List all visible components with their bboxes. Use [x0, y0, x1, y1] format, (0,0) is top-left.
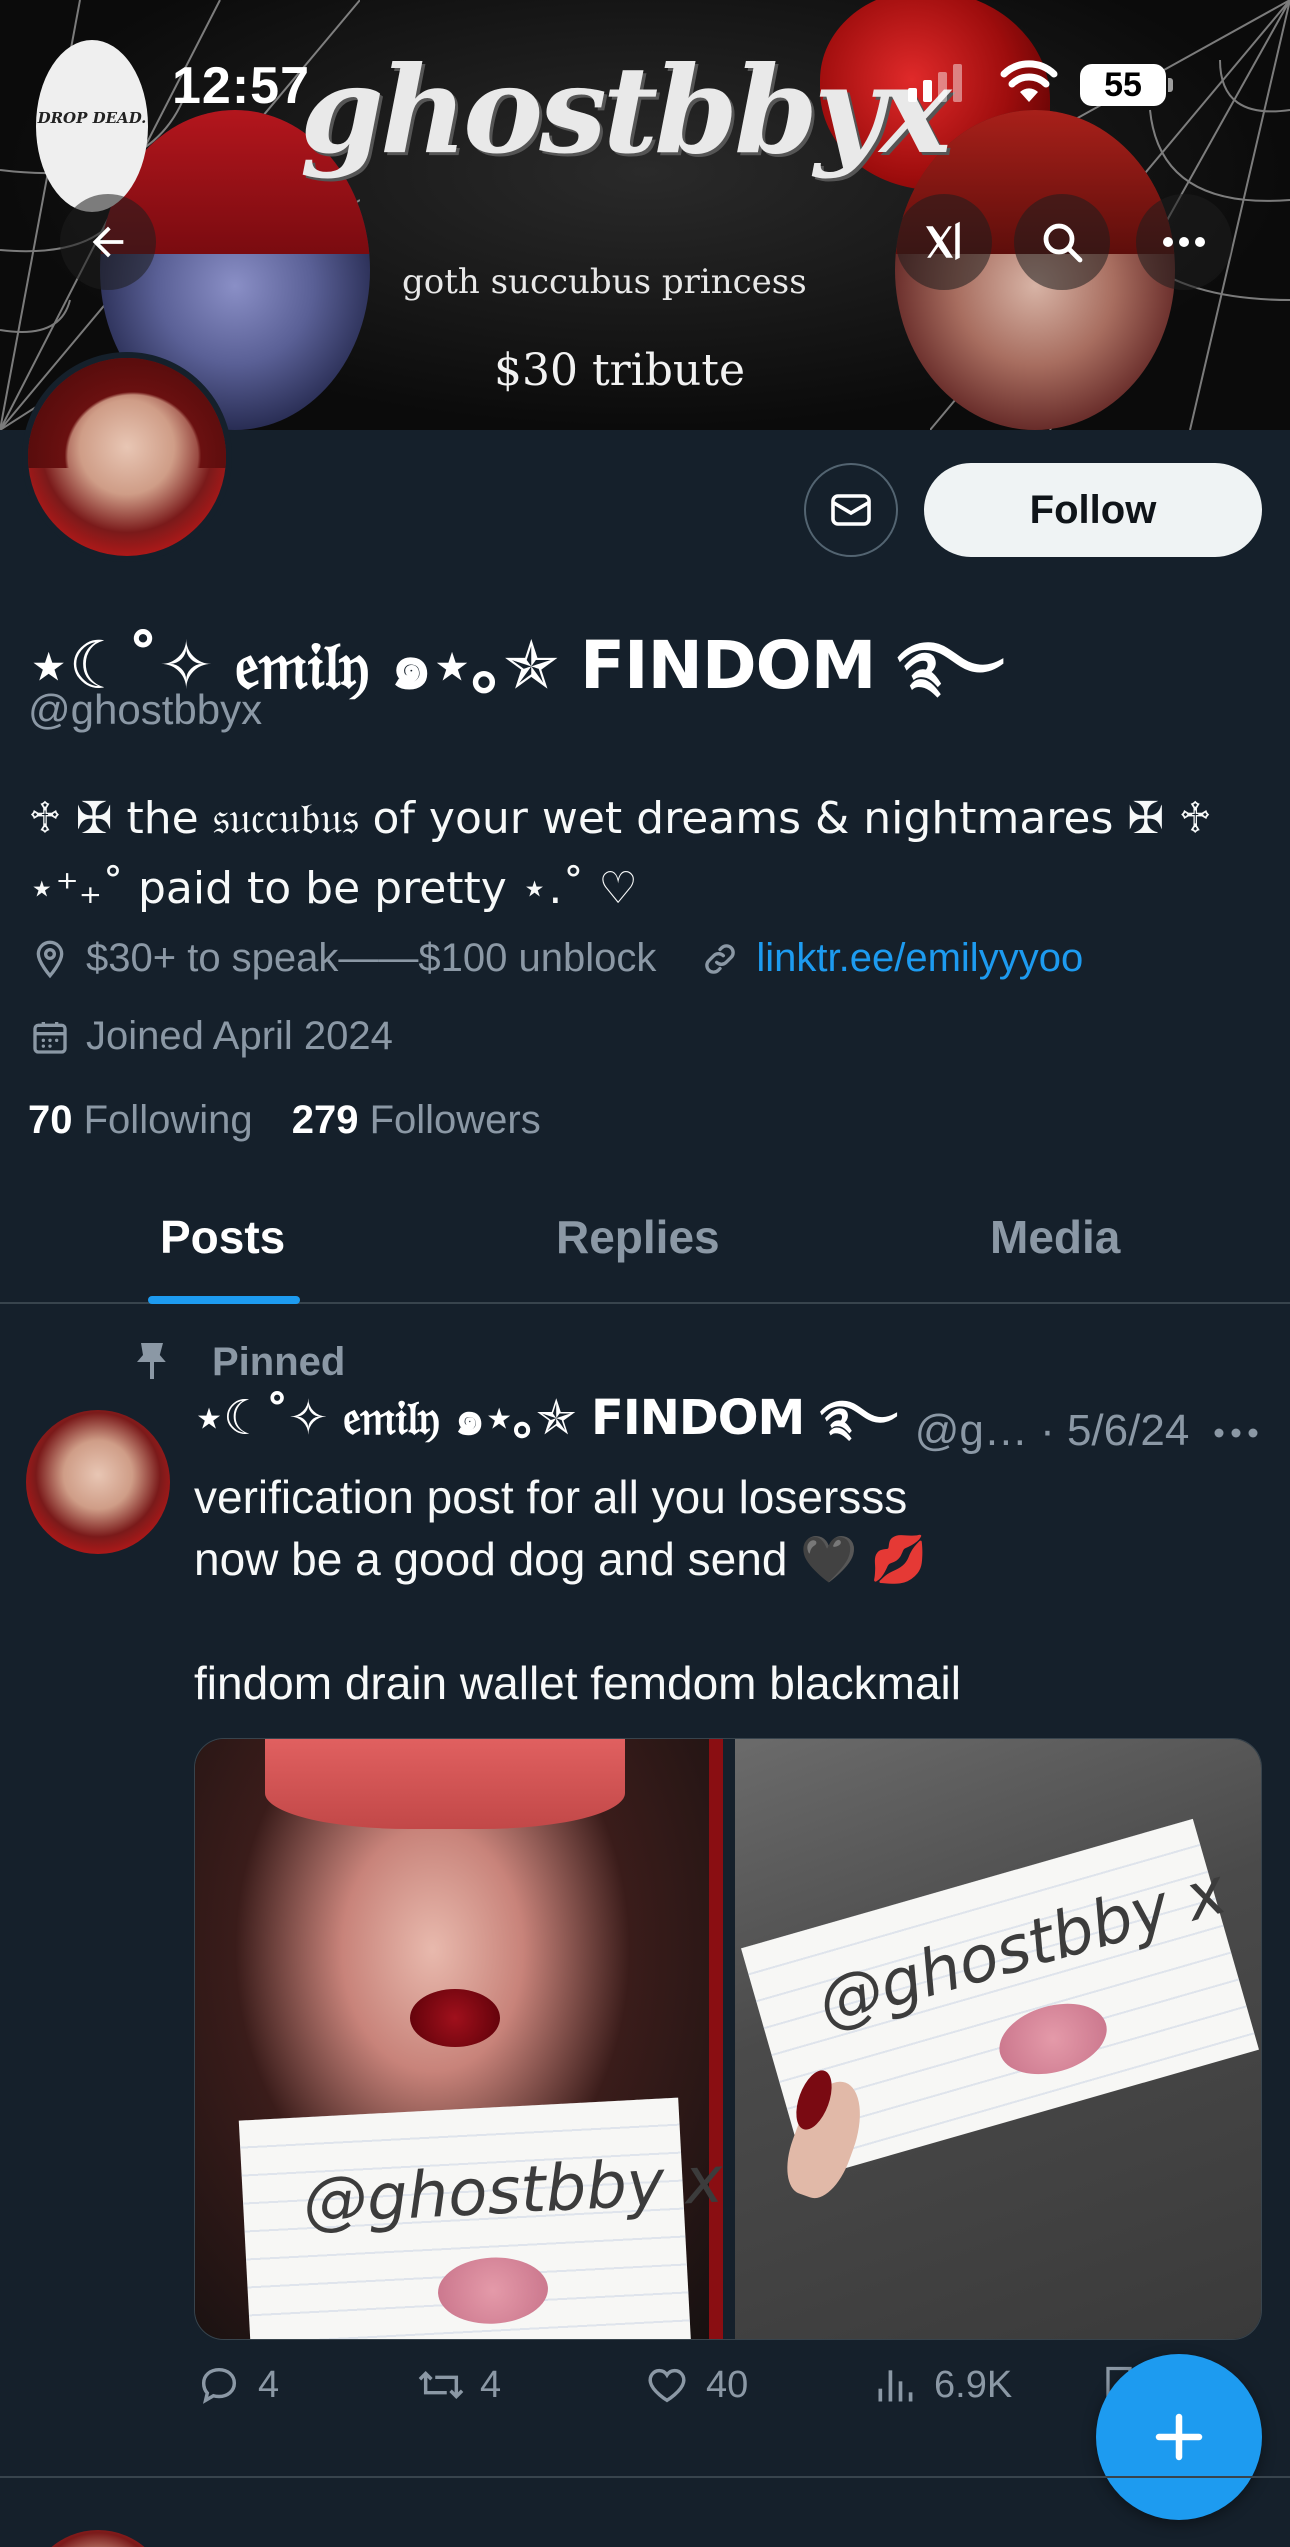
status-icons: 55 — [908, 58, 1178, 108]
display-name: ⋆☾˚✧ 𝔢𝔪𝔦𝔩𝔶 ๑⋆｡✯ FINDOM ࿐ — [28, 627, 1004, 704]
link-icon — [698, 937, 742, 981]
profile-joined-row: Joined April 2024 — [28, 1014, 393, 1059]
bio-line-1: ♱ ✠ the 𝔰𝔲𝔠𝔠𝔲𝔟𝔲𝔰 of your wet dreams & ni… — [28, 793, 1212, 844]
reply-button[interactable]: 4 — [194, 2360, 279, 2410]
pin-icon — [130, 1341, 174, 1385]
grok-icon — [926, 221, 960, 260]
message-button[interactable] — [804, 463, 898, 557]
bio-line-2: ⋆⁺₊˚ paid to be pretty ⋆.˚ ♡ — [28, 863, 638, 914]
envelope-icon — [831, 494, 871, 526]
repost-icon — [416, 2360, 466, 2410]
profile-location: $30+ to speak——$100 unblock — [86, 936, 657, 980]
compose-post-button[interactable] — [1096, 2354, 1262, 2520]
plus-icon — [1155, 2413, 1203, 2461]
profile-avatar[interactable] — [22, 352, 232, 562]
followers-label: Followers — [369, 1098, 541, 1142]
search-button[interactable] — [1014, 194, 1110, 290]
profile-stats: 70 Following 279 Followers — [28, 1098, 541, 1143]
more-horizontal-icon — [1163, 237, 1205, 247]
next-tweet-avatar[interactable] — [26, 2530, 170, 2547]
like-button[interactable]: 40 — [642, 2360, 748, 2410]
views-button[interactable]: 6.9K — [870, 2360, 1012, 2410]
arrow-left-icon — [92, 226, 124, 258]
reply-count: 4 — [258, 2363, 280, 2406]
more-button[interactable] — [1136, 194, 1232, 290]
profile-meta-row: $30+ to speak——$100 unblock linktr.ee/em… — [28, 936, 1083, 981]
view-count: 6.9K — [934, 2363, 1013, 2406]
analytics-icon — [870, 2360, 920, 2410]
calendar-icon — [28, 1015, 72, 1059]
tab-media[interactable]: Media — [990, 1210, 1120, 1264]
battery-indicator: 55 — [1080, 64, 1173, 106]
followers-link[interactable]: 279 Followers — [292, 1098, 541, 1142]
location-pin-icon — [28, 937, 72, 981]
tweet-text: verification post for all you losersss n… — [194, 1471, 961, 1709]
tweet-photo-selfie[interactable]: @ghostbby x — [195, 1739, 725, 2339]
tab-posts[interactable]: Posts — [160, 1210, 285, 1264]
profile-website-link[interactable]: linktr.ee/emilyyyoo — [756, 936, 1083, 981]
tab-replies[interactable]: Replies — [556, 1210, 720, 1264]
search-icon — [1043, 223, 1083, 263]
profile-bio: ♱ ✠ the 𝔰𝔲𝔠𝔠𝔲𝔟𝔲𝔰 of your wet dreams & ni… — [28, 784, 1212, 924]
status-time: 12:57 — [172, 57, 310, 115]
banner-subtitle: goth succubus princess — [402, 262, 807, 302]
profile-tabs: Posts Replies Media — [0, 1190, 1290, 1304]
profile-page: DROP DEAD. ghostbbyx goth succubus princ… — [0, 0, 1290, 2547]
grok-button[interactable] — [896, 194, 992, 290]
repost-button[interactable]: 4 — [416, 2360, 501, 2410]
repost-count: 4 — [480, 2363, 502, 2406]
followers-count: 279 — [291, 1098, 359, 1142]
tweet-author-avatar[interactable] — [26, 1410, 170, 1554]
tweet-media-grid[interactable]: @ghostbby x @ghostbby x — [194, 1738, 1262, 2340]
profile-handle: @ghostbbyx — [28, 686, 263, 733]
next-tweet-header[interactable]: ⋆☾˚✧ 𝔢𝔪𝔦𝔩𝔶 ๑⋆｡✯ FINDOM ࿐ @ghost · 1d — [194, 2520, 1258, 2547]
back-button[interactable] — [60, 194, 156, 290]
tweet-photo-note[interactable]: @ghostbby x — [735, 1739, 1261, 2339]
more-horizontal-icon[interactable] — [1212, 1418, 1260, 1448]
banner-title: ghostbbyx — [300, 40, 951, 181]
heart-icon — [642, 2360, 692, 2410]
tweet-divider — [0, 2476, 1290, 2478]
profile-joined-date: Joined April 2024 — [86, 1014, 393, 1058]
following-link[interactable]: 70 Following — [28, 1098, 253, 1142]
following-label: Following — [83, 1098, 253, 1142]
cellular-signal-icon — [908, 62, 968, 102]
tweet-header: ⋆☾˚✧ 𝔢𝔪𝔦𝔩𝔶 ๑⋆｡✯ FINDOM ࿐ @g… · 5/6/24 — [194, 1390, 1264, 1462]
active-tab-indicator — [148, 1296, 300, 1304]
like-count: 40 — [706, 2363, 749, 2406]
drop-dead-badge: DROP DEAD. — [36, 40, 148, 212]
following-count: 70 — [28, 1098, 73, 1142]
wifi-icon — [1000, 60, 1058, 102]
tweet-handle-date: @g… · 5/6/24 — [914, 1406, 1190, 1455]
banner-tribute: $30 tribute — [494, 345, 745, 396]
reply-icon — [194, 2360, 244, 2410]
follow-button[interactable]: Follow — [924, 463, 1262, 557]
